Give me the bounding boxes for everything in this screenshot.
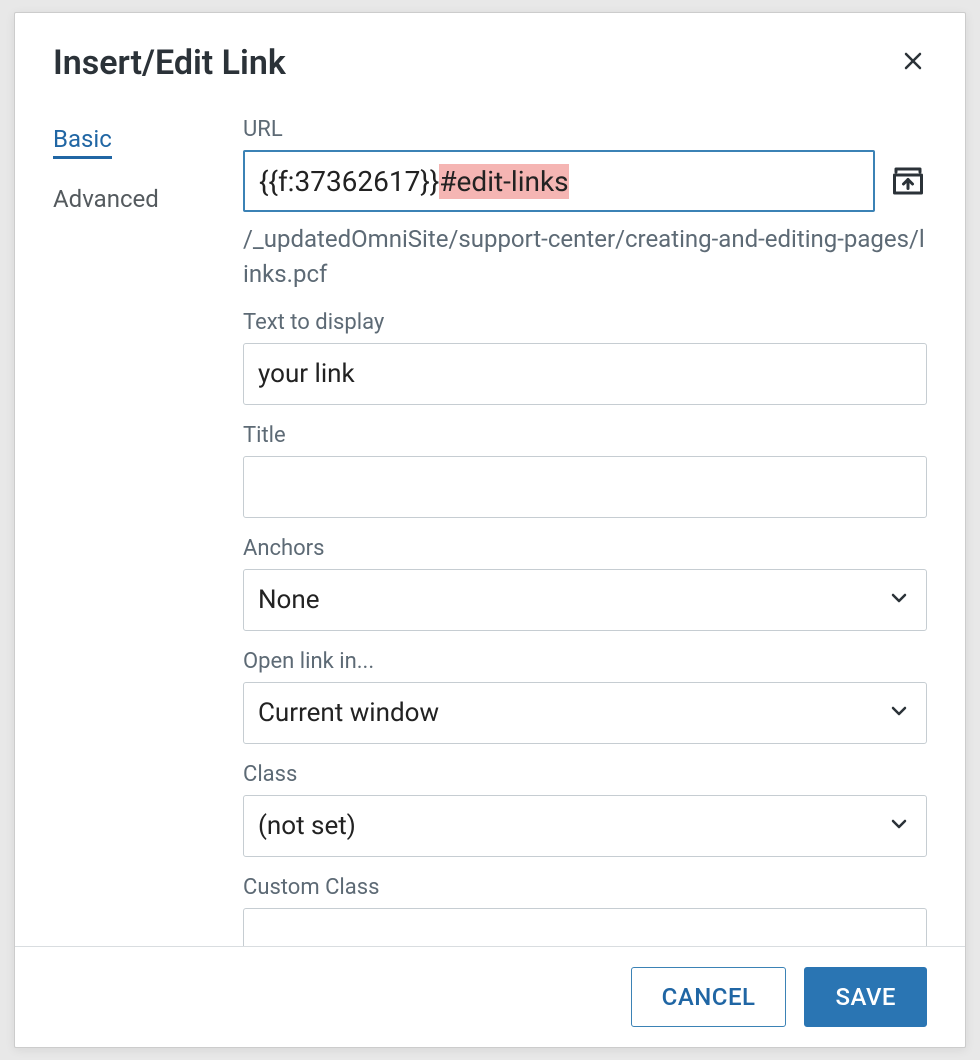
- tab-advanced[interactable]: Advanced: [53, 179, 159, 219]
- close-icon: [901, 49, 925, 73]
- url-value-highlight: #edit-links: [439, 164, 568, 199]
- modal-body: Basic Advanced URL {{f:37362617}}#edit-l…: [15, 93, 965, 946]
- modal-header: Insert/Edit Link: [15, 13, 965, 93]
- url-input[interactable]: {{f:37362617}}#edit-links: [243, 150, 875, 212]
- custom-class-input[interactable]: [243, 908, 927, 946]
- url-field-group: URL {{f:37362617}}#edit-links /_: [243, 117, 927, 292]
- text-to-display-input[interactable]: [243, 343, 927, 405]
- custom-class-label: Custom Class: [243, 875, 927, 900]
- title-label: Title: [243, 423, 927, 448]
- class-select[interactable]: (not set): [243, 795, 927, 857]
- open-link-select-wrap: Current window: [243, 682, 927, 744]
- url-row: {{f:37362617}}#edit-links: [243, 150, 927, 212]
- cancel-button[interactable]: CANCEL: [631, 967, 787, 1027]
- custom-class-group: Custom Class: [243, 875, 927, 946]
- open-link-label: Open link in...: [243, 649, 927, 674]
- url-label: URL: [243, 117, 927, 142]
- browse-icon: [890, 163, 926, 199]
- form-area: URL {{f:37362617}}#edit-links /_: [243, 113, 927, 946]
- anchors-select-wrap: None: [243, 569, 927, 631]
- save-button[interactable]: SAVE: [804, 967, 927, 1027]
- url-resolved-path: /_updatedOmniSite/support-center/creatin…: [243, 222, 927, 292]
- title-input[interactable]: [243, 456, 927, 518]
- title-group: Title: [243, 423, 927, 518]
- anchors-label: Anchors: [243, 536, 927, 561]
- tab-list: Basic Advanced: [53, 113, 203, 946]
- modal-footer: CANCEL SAVE: [15, 946, 965, 1047]
- open-link-value: Current window: [258, 698, 439, 728]
- anchors-select[interactable]: None: [243, 569, 927, 631]
- tab-basic[interactable]: Basic: [53, 119, 112, 159]
- class-value: (not set): [258, 811, 356, 841]
- open-link-group: Open link in... Current window: [243, 649, 927, 744]
- class-select-wrap: (not set): [243, 795, 927, 857]
- text-to-display-group: Text to display: [243, 310, 927, 405]
- modal-title: Insert/Edit Link: [53, 43, 286, 83]
- url-value-prefix: {{f:37362617}}: [259, 165, 439, 198]
- class-label: Class: [243, 762, 927, 787]
- anchors-group: Anchors None: [243, 536, 927, 631]
- class-group: Class (not set): [243, 762, 927, 857]
- text-to-display-label: Text to display: [243, 310, 927, 335]
- insert-edit-link-modal: Insert/Edit Link Basic Advanced URL {{f:…: [14, 12, 966, 1048]
- browse-button[interactable]: [889, 162, 927, 200]
- close-button[interactable]: [899, 47, 927, 75]
- anchors-value: None: [258, 585, 320, 615]
- open-link-select[interactable]: Current window: [243, 682, 927, 744]
